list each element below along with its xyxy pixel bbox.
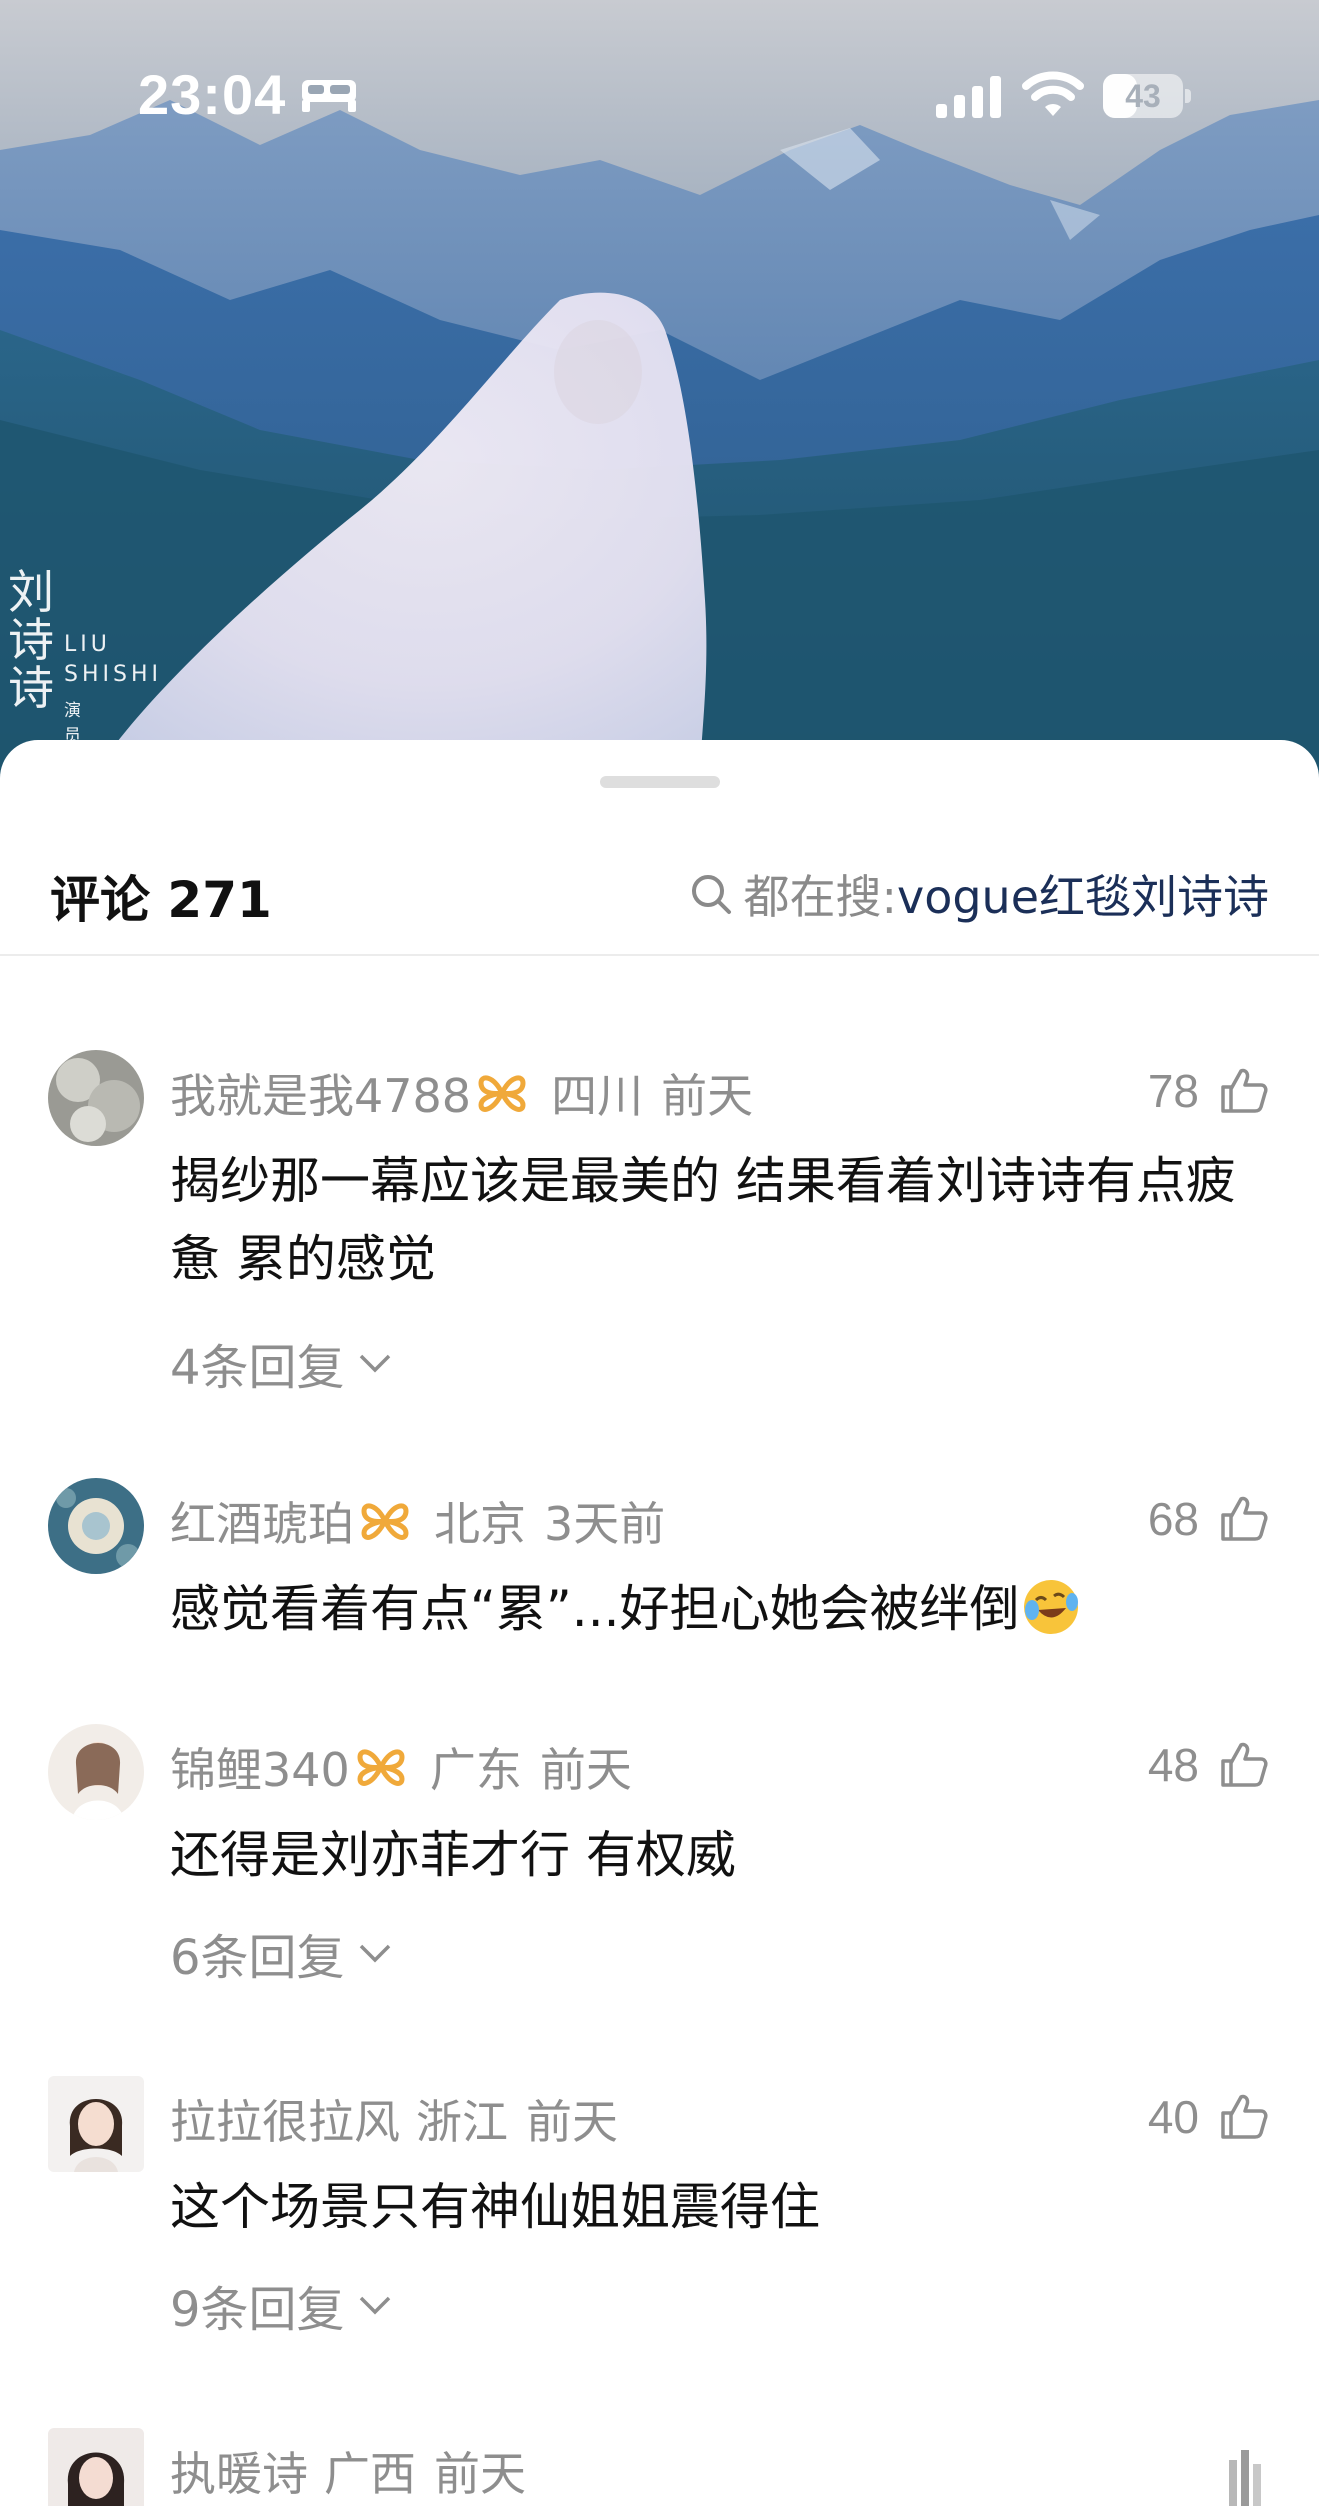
comment-sheet-header: 评论 271 都在搜: vogue红毯刘诗诗 [0,840,1319,956]
fan-badge-icon [478,1075,526,1112]
comment-location: 广东 [429,1743,522,1797]
fan-badge-icon [361,1503,409,1540]
comment-time: 前天 [434,2447,526,2501]
view-replies-button[interactable]: 6条回复 [170,1918,393,1988]
thumbs-up-icon [1221,2094,1268,2139]
laughing-crying-emoji [1023,1580,1078,1634]
comment-meta: 锦鲤340 广东 前天 [170,1734,632,1800]
comment-text: 这个场景只有神仙姐姐震得住 [170,2178,820,2236]
like-count: 78 [1147,1065,1199,1117]
username[interactable]: 执暖诗 [170,2438,308,2504]
comment-meta: 红酒琥珀 北京 3天前 [170,1488,665,1554]
username[interactable]: 锦鲤340 [170,1734,350,1800]
comment-time: 前天 [526,2095,618,2149]
comment-location: 四川 [551,1069,644,1123]
like-button[interactable]: 48 [1148,1732,1269,1798]
search-icon [692,875,732,914]
avatar[interactable] [48,1478,144,1574]
username[interactable]: 红酒琥珀 [170,1488,354,1554]
scroll-indicator-icon[interactable] [1225,2450,1265,2506]
like-count: 48 [1147,1739,1199,1791]
comment-time: 前天 [661,1069,754,1123]
watermark-chinese-name: 刘诗诗 [8,565,54,715]
comment-location: 北京 [434,1497,526,1551]
comment-location: 浙江 [416,2095,508,2149]
comment-text: 感觉看着有点“累”...好担心她会被绊倒 [170,1570,1270,1648]
avatar[interactable] [48,1050,144,1146]
trending-search-link[interactable]: 都在搜: vogue红毯刘诗诗 [689,864,1269,924]
comment-text: 还得是刘亦菲才行 有权威 [170,1826,736,1884]
comment-meta: 拉拉很拉风 浙江 前天 [170,2086,618,2152]
fan-badge-icon [357,1749,405,1786]
comment-text: 揭纱那一幕应该是最美的 结果看着刘诗诗有点疲惫 累的感觉 [170,1152,1236,1288]
avatar[interactable] [48,2076,144,2172]
watermark-role: 演员 [64,701,81,746]
avatar[interactable] [48,2428,144,2506]
comment-time: 前天 [539,1743,632,1797]
replies-count: 4条回复 [170,1340,345,1396]
thumbs-up-icon [1221,1742,1268,1787]
replies-count: 9条回复 [170,2282,345,2338]
like-button[interactable]: 40 [1148,2084,1269,2150]
avatar[interactable] [48,1724,144,1820]
username[interactable]: 拉拉很拉风 [170,2086,400,2152]
cellular-signal-icon [936,76,1001,118]
view-replies-button[interactable]: 4条回复 [170,1328,393,1398]
comment-text-content: 感觉看着有点“累”...好担心她会被绊倒 [170,1580,1020,1638]
comment-meta: 执暖诗 广西 前天 [170,2438,526,2504]
sheet-drag-handle[interactable] [600,776,720,788]
watermark-english-name: LIU SHISHI [64,632,162,687]
thumbs-up-icon [1221,1496,1268,1541]
like-count: 40 [1147,2091,1199,2143]
like-count: 68 [1147,1493,1199,1545]
chevron-down-icon [359,1944,390,1963]
status-bar: 23:04 43 [0,0,1319,200]
wifi-icon [1022,71,1084,116]
search-keyword[interactable]: vogue红毯刘诗诗 [897,861,1269,927]
comment-count-title: 评论 271 [50,871,272,929]
battery-level: 43 [1125,78,1161,114]
comment-location: 广西 [324,2447,416,2501]
view-replies-button[interactable]: 9条回复 [170,2270,393,2340]
replies-count: 6条回复 [170,1930,345,1986]
like-button[interactable]: 78 [1148,1058,1269,1124]
comment-time: 3天前 [544,1497,666,1551]
chevron-down-icon [359,1354,390,1373]
thumbs-up-icon [1221,1068,1268,1113]
battery-indicator: 43 [1103,74,1191,118]
comment-meta: 我就是我4788 四川 前天 [170,1060,753,1126]
bed-icon [302,80,356,112]
status-time: 23:04 [138,63,287,126]
like-button[interactable]: 68 [1148,1486,1269,1552]
chevron-down-icon [359,2296,390,2315]
username[interactable]: 我就是我4788 [170,1060,471,1126]
search-prefix: 都在搜: [743,870,897,924]
